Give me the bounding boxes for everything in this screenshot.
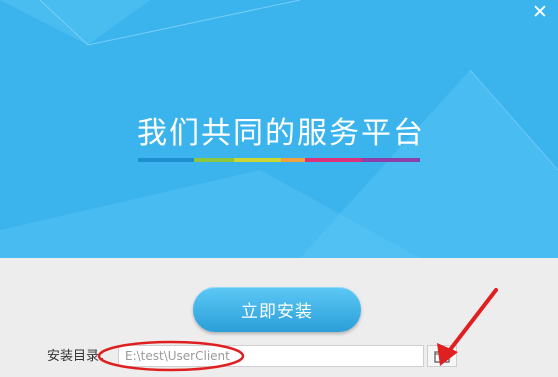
install-dir-input[interactable] <box>118 345 424 367</box>
color-stripe-segment <box>305 158 362 162</box>
color-stripe <box>138 158 420 162</box>
color-stripe-segment <box>138 158 194 162</box>
browse-folder-button[interactable] <box>427 345 457 367</box>
folder-icon <box>434 349 450 363</box>
slogan-title: 我们共同的服务平台 <box>137 116 425 151</box>
install-now-button[interactable]: 立即安装 <box>193 287 361 332</box>
color-stripe-segment <box>194 158 234 162</box>
install-dir-label: 安装目录： <box>47 349 113 364</box>
color-stripe-segment <box>234 158 281 162</box>
color-stripe-segment <box>362 158 420 162</box>
color-stripe-segment <box>281 158 305 162</box>
hero-banner: ✕ 我们共同的服务平台 <box>0 0 558 258</box>
close-icon: ✕ <box>532 1 548 23</box>
close-button[interactable]: ✕ <box>530 2 550 22</box>
